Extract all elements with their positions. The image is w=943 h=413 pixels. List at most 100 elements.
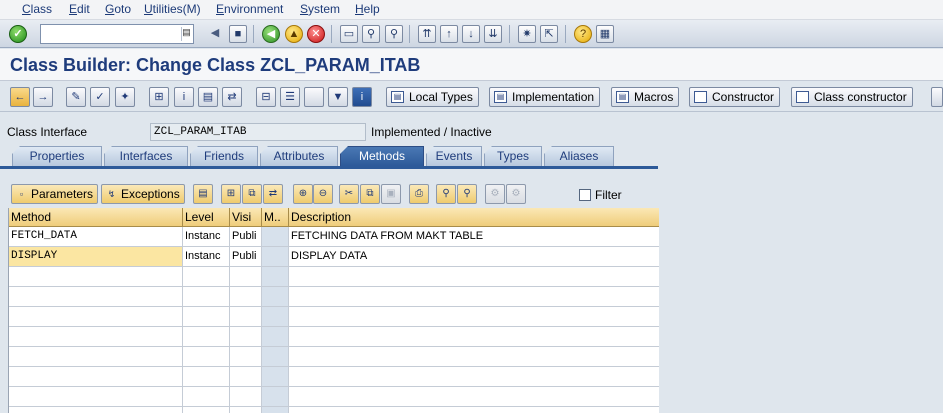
visibility-cell[interactable] [230,267,262,287]
layout-menu-icon[interactable]: ▦ [596,25,614,43]
command-input[interactable] [41,25,177,43]
description-cell[interactable] [289,387,659,407]
level-cell[interactable] [183,347,230,367]
help-icon[interactable]: ? [574,25,592,43]
copy-icon[interactable]: ⧉ [360,184,380,204]
method-cell[interactable] [9,367,183,387]
modeled-cell[interactable] [262,267,289,287]
level-cell[interactable]: Instanc [183,227,230,247]
hierarchy-icon[interactable]: ⊟ [256,87,276,107]
forward-arrow-icon[interactable]: → [33,87,53,107]
command-field[interactable]: ▤ [40,24,194,44]
display-change-icon[interactable]: ✎ [66,87,86,107]
filter-icon[interactable]: ▼ [328,87,348,107]
info-icon[interactable]: i [174,87,194,107]
modeled-cell[interactable] [262,367,289,387]
method-cell[interactable]: DISPLAY [9,247,183,267]
insert-row-icon[interactable]: ⊞ [221,184,241,204]
implementation-button[interactable]: ▤ Implementation [489,87,601,107]
modeled-cell[interactable] [262,407,289,413]
cut-icon[interactable]: ✂ [339,184,359,204]
level-cell[interactable] [183,367,230,387]
collapse-icon[interactable]: ◀ [206,25,224,43]
where-used-icon[interactable]: ⊞ [149,87,169,107]
tab-properties[interactable]: Properties [12,146,102,166]
description-cell[interactable] [289,347,659,367]
more-buttons-icon[interactable] [931,87,943,107]
find-icon[interactable]: ⚲ [362,25,380,43]
tab-attributes[interactable]: Attributes [260,146,338,166]
exceptions-button[interactable]: ↯ Exceptions [101,184,185,204]
sort-icon[interactable]: ⚙ [485,184,505,204]
class-constructor-button[interactable]: Class constructor [791,87,913,107]
exit-icon[interactable]: ▲ [285,25,303,43]
method-cell[interactable] [9,387,183,407]
find-next-list-icon[interactable]: ⚲ [457,184,477,204]
visibility-cell[interactable] [230,347,262,367]
tab-interfaces[interactable]: Interfaces [104,146,188,166]
menu-class[interactable]: Class [22,2,52,16]
column-header-level[interactable]: Level [183,208,230,227]
cancel-icon[interactable]: ✕ [307,25,325,43]
column-header-visibility[interactable]: Visi [230,208,262,227]
stack-icon[interactable]: ☰ [280,87,300,107]
method-cell[interactable] [9,347,183,367]
back-icon[interactable]: ◀ [262,25,280,43]
level-cell[interactable] [183,327,230,347]
description-cell[interactable] [289,267,659,287]
modeled-cell[interactable] [262,347,289,367]
method-cell[interactable] [9,287,183,307]
documentation-icon[interactable]: i [352,87,372,107]
method-cell[interactable]: FETCH_DATA [9,227,183,247]
description-cell[interactable] [289,307,659,327]
previous-page-icon[interactable]: ↑ [440,25,458,43]
method-cell[interactable] [9,407,183,413]
level-cell[interactable] [183,267,230,287]
menu-help[interactable]: Help [355,2,380,16]
description-cell[interactable] [289,327,659,347]
column-header-m[interactable]: M.. [262,208,289,227]
visibility-cell[interactable] [230,307,262,327]
print-icon[interactable]: ▭ [340,25,358,43]
macros-button[interactable]: ▤ Macros [611,87,680,107]
visibility-cell[interactable] [230,407,262,413]
menu-goto[interactable]: Goto [105,2,131,16]
column-header-description[interactable]: Description [289,208,659,227]
visibility-cell[interactable]: Publi [230,227,262,247]
description-cell[interactable] [289,367,659,387]
settings-icon[interactable]: ⚙ [506,184,526,204]
append-row-icon[interactable]: ⊕ [293,184,313,204]
filter-checkbox[interactable] [579,189,591,201]
tab-events[interactable]: Events [426,146,482,166]
object-list-icon[interactable]: ▤ [198,87,218,107]
delete-row-icon[interactable]: ⊖ [313,184,333,204]
modeled-cell[interactable] [262,327,289,347]
method-cell[interactable] [9,267,183,287]
level-cell[interactable] [183,287,230,307]
tab-methods[interactable]: Methods [340,146,424,166]
find-list-icon[interactable]: ⚲ [436,184,456,204]
local-types-button[interactable]: ▤ Local Types [386,87,479,107]
menu-utilities[interactable]: Utilities(M) [144,2,201,16]
copy-row-icon[interactable]: ⧉ [242,184,262,204]
activate-icon[interactable]: ✦ [115,87,135,107]
tab-friends[interactable]: Friends [190,146,258,166]
visibility-cell[interactable] [230,327,262,347]
description-cell[interactable] [289,287,659,307]
visibility-cell[interactable] [230,367,262,387]
tab-types[interactable]: Types [484,146,542,166]
first-page-icon[interactable]: ⇈ [418,25,436,43]
next-page-icon[interactable]: ↓ [462,25,480,43]
blank-icon[interactable] [304,87,324,107]
constructor-button[interactable]: Constructor [689,87,781,107]
move-icon[interactable]: ⇄ [263,184,283,204]
tab-aliases[interactable]: Aliases [544,146,614,166]
back-arrow-icon[interactable]: ← [10,87,30,107]
enter-icon[interactable]: ✓ [9,25,27,43]
check-icon[interactable]: ✓ [90,87,110,107]
print-list-icon[interactable]: ⎙ [409,184,429,204]
visibility-cell[interactable] [230,387,262,407]
parameters-button[interactable]: ▫ Parameters [11,184,99,204]
level-cell[interactable]: Instanc [183,247,230,267]
detail-view-icon[interactable]: ▤ [193,184,213,204]
